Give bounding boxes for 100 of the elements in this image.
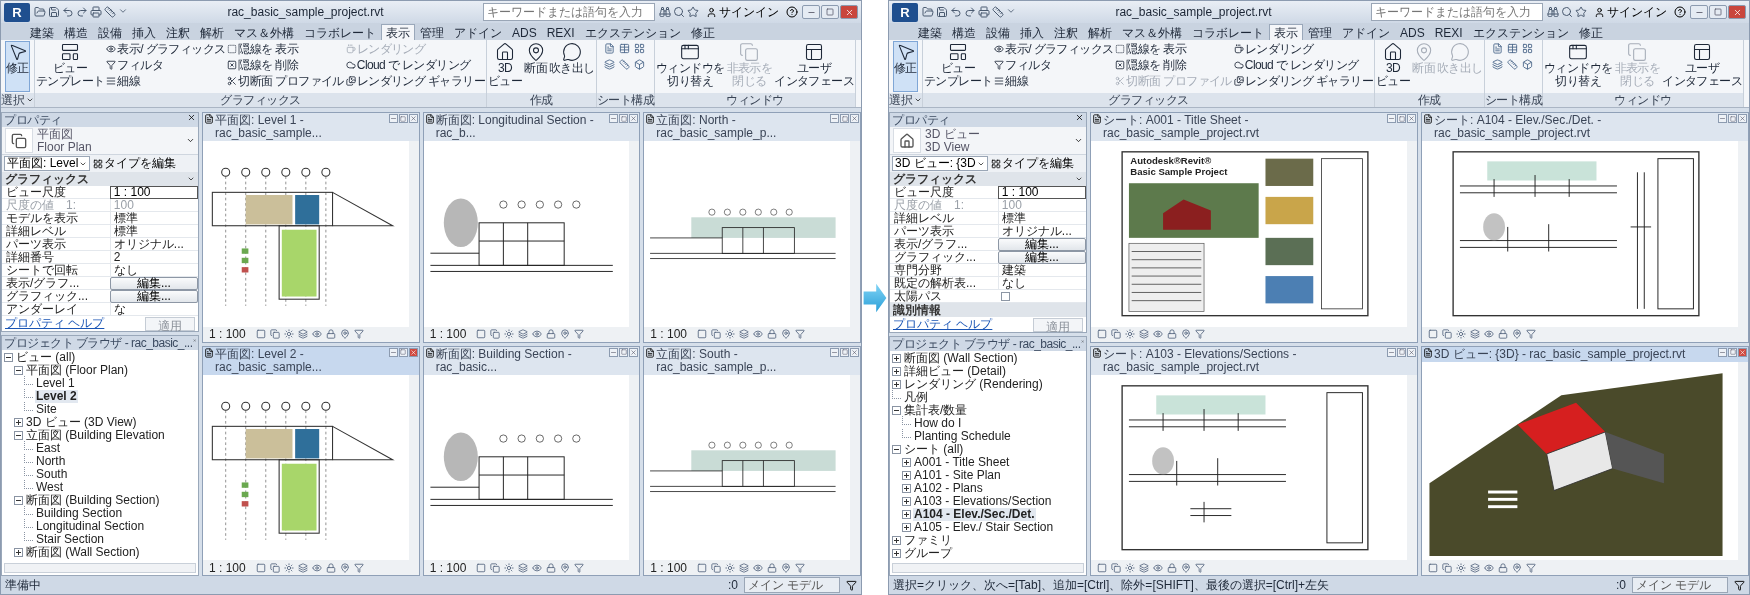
ribbon-tool[interactable]: 修正: [893, 41, 918, 92]
edit-button[interactable]: 編集...: [997, 251, 1086, 264]
ribbon-tab[interactable]: エクステンション: [1467, 24, 1574, 40]
tree-item[interactable]: グループ: [903, 547, 953, 560]
ribbon-tool[interactable]: 表示/ グラフィックス: [105, 41, 227, 57]
tree-item[interactable]: A104 - Elev./Sec./Det.: [913, 508, 1036, 521]
ribbon-tab[interactable]: マス＆外構: [229, 24, 299, 40]
tree-item[interactable]: A105 - Elev./ Stair Section: [913, 521, 1055, 534]
ribbon-tab[interactable]: ADS: [507, 24, 542, 40]
tree-item[interactable]: シート (all): [903, 443, 965, 456]
tree-item[interactable]: A001 - Title Sheet: [913, 456, 1011, 469]
ribbon-tab[interactable]: 挿入: [127, 24, 161, 40]
ribbon-tab[interactable]: 解析: [1083, 24, 1117, 40]
edit-button[interactable]: 編集...: [109, 290, 198, 303]
tree-item[interactable]: How do I: [913, 417, 963, 430]
edit-type-button[interactable]: タイプを編集: [93, 155, 177, 172]
ribbon-tool[interactable]: フィルタ: [993, 57, 1115, 73]
tree-item[interactable]: A101 - Site Plan: [913, 469, 1002, 482]
tree-item[interactable]: 断面図 (Wall Section): [25, 546, 141, 559]
ribbon-tool[interactable]: フィルタ: [105, 57, 227, 73]
tree-item[interactable]: 詳細ビュー (Detail): [903, 365, 1007, 378]
tree-item[interactable]: 平面図 (Floor Plan): [25, 364, 130, 377]
ribbon-tool[interactable]: 断面: [523, 41, 548, 92]
ribbon-tool[interactable]: ビュー テンプレート: [923, 41, 994, 92]
tree-item[interactable]: レンダリング (Rendering): [903, 378, 1044, 391]
ribbon-tab[interactable]: アドイン: [1337, 24, 1395, 40]
view-selector[interactable]: 3D ビュー: {3D: [892, 156, 988, 171]
ribbon-tool[interactable]: 3D ビュー: [486, 41, 524, 92]
tree-item[interactable]: Stair Section: [35, 533, 106, 546]
tree-item[interactable]: Level 2: [35, 390, 78, 403]
ribbon-tool[interactable]: 隠線を 削除: [226, 57, 345, 73]
ribbon-tool[interactable]: Cloud で レンダリング: [1232, 57, 1374, 73]
sign-in-button[interactable]: サインイン: [703, 3, 782, 21]
model-dropdown[interactable]: メイン モデル: [1632, 577, 1728, 593]
ribbon-tool[interactable]: 表示/ グラフィックス: [993, 41, 1115, 57]
ribbon-tab[interactable]: アドイン: [449, 24, 507, 40]
ribbon-tab[interactable]: 構造: [947, 24, 981, 40]
ribbon-tab[interactable]: 修正: [685, 24, 720, 40]
ribbon-tool[interactable]: 修正: [5, 41, 30, 92]
ribbon-tool[interactable]: ウィンドウを 切り替え: [655, 41, 726, 92]
ribbon-tool[interactable]: 細線: [993, 73, 1115, 89]
ribbon-tool[interactable]: 切断面 プロファイル: [226, 73, 345, 89]
tree-item[interactable]: 3D ビュー (3D View): [25, 416, 138, 429]
ribbon-tab[interactable]: 注釈: [161, 24, 195, 40]
app-logo[interactable]: R: [892, 2, 918, 22]
ribbon-tool[interactable]: 吹き出し: [548, 41, 596, 92]
ribbon-tab[interactable]: コラボレート: [1187, 24, 1269, 40]
tree-item[interactable]: 断面図 (Wall Section): [903, 352, 1019, 365]
tree-item[interactable]: 立面図 (Building Elevation: [25, 429, 166, 442]
tree-item[interactable]: Longitudinal Section: [35, 520, 146, 533]
ribbon-tab[interactable]: 表示: [1269, 24, 1303, 40]
help-link[interactable]: プロパティ ヘルプ: [893, 316, 993, 333]
tree-item[interactable]: Planting Schedule: [913, 430, 1012, 443]
ribbon-tab[interactable]: REXI: [1429, 24, 1468, 40]
ribbon-tab[interactable]: 表示: [381, 24, 415, 40]
tree-item[interactable]: 断面図 (Building Section): [25, 494, 161, 507]
ribbon-tab[interactable]: 設備: [93, 24, 127, 40]
ribbon-tool[interactable]: レンダリング: [1232, 41, 1374, 57]
ribbon-tab[interactable]: 建築: [913, 24, 947, 40]
ribbon-tab[interactable]: 修正: [1573, 24, 1608, 40]
ribbon-tool[interactable]: レンダリング ギャラリー: [344, 73, 486, 89]
edit-button[interactable]: 編集...: [997, 238, 1086, 251]
tree-item[interactable]: A103 - Elevations/Section: [913, 495, 1053, 508]
tree-item[interactable]: Building Section: [35, 507, 124, 520]
tree-item[interactable]: ファミリ: [903, 534, 953, 547]
ribbon-tool[interactable]: 隠線を 削除: [1114, 57, 1233, 73]
ribbon-tab[interactable]: 解析: [195, 24, 229, 40]
ribbon-tool[interactable]: 隠線を 表示: [1114, 41, 1233, 57]
ribbon-tab[interactable]: エクステンション: [579, 24, 686, 40]
property-field[interactable]: 1 : 100: [109, 186, 198, 199]
ribbon-tab[interactable]: 管理: [415, 24, 449, 40]
tree-item[interactable]: ビュー (all): [15, 351, 77, 364]
tree-item[interactable]: East: [35, 442, 61, 455]
tree-item[interactable]: 集計表/数量: [903, 404, 969, 417]
ribbon-tab[interactable]: コラボレート: [299, 24, 381, 40]
search-field[interactable]: キーワードまたは語句を入力: [483, 3, 655, 21]
help-link[interactable]: プロパティ ヘルプ: [5, 315, 105, 332]
tree-item[interactable]: Site: [35, 403, 58, 416]
tree-item[interactable]: Level 1: [35, 377, 76, 390]
ribbon-tab[interactable]: マス＆外構: [1117, 24, 1187, 40]
tree-item[interactable]: 凡例: [903, 391, 929, 404]
ribbon-tool[interactable]: ユーザ インタフェース: [1661, 41, 1743, 92]
ribbon-tool[interactable]: 細線: [105, 73, 227, 89]
ribbon-tool[interactable]: 3D ビュー: [1374, 41, 1412, 92]
edit-type-button[interactable]: タイプを編集: [990, 155, 1074, 172]
model-dropdown[interactable]: メイン モデル: [744, 577, 840, 593]
ribbon-tab[interactable]: 注釈: [1049, 24, 1083, 40]
ribbon-tab[interactable]: 設備: [981, 24, 1015, 40]
tree-item[interactable]: A102 - Plans: [913, 482, 984, 495]
edit-button[interactable]: 編集...: [109, 277, 198, 290]
view-selector[interactable]: 平面図: Level: [4, 156, 91, 171]
ribbon-tool[interactable]: ユーザ インタフェース: [773, 41, 855, 92]
ribbon-tool[interactable]: Cloud で レンダリング: [344, 57, 486, 73]
ribbon-tool[interactable]: レンダリング ギャラリー: [1232, 73, 1374, 89]
ribbon-tool[interactable]: ビュー テンプレート: [35, 41, 106, 92]
search-field[interactable]: キーワードまたは語句を入力: [1371, 3, 1543, 21]
sign-in-button[interactable]: サインイン: [1591, 3, 1670, 21]
property-field[interactable]: 1 : 100: [997, 186, 1086, 199]
app-logo[interactable]: R: [4, 2, 30, 22]
ribbon-tab[interactable]: ADS: [1395, 24, 1430, 40]
